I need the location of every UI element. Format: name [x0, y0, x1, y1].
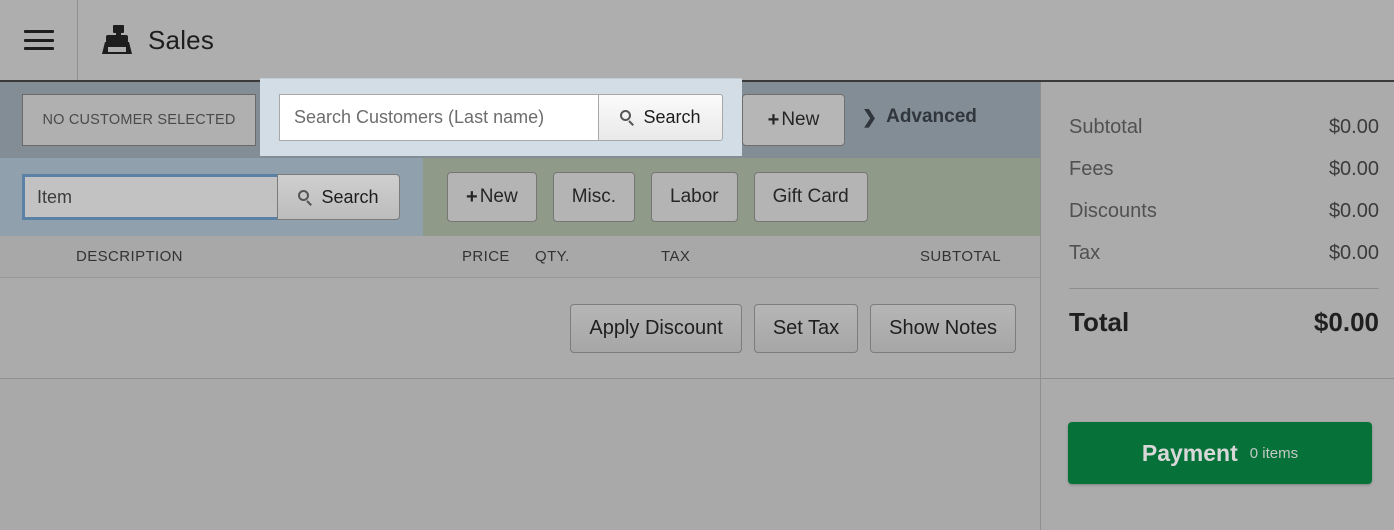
column-header-tax: TAX — [661, 248, 691, 265]
summary-row-fees: Fees $0.00 — [1069, 148, 1379, 190]
item-search-zone: Item Search — [0, 158, 423, 236]
summary-row-total: Total $0.00 — [1069, 299, 1379, 345]
item-actions-zone: + New Misc. Labor Gift Card — [423, 158, 1040, 236]
item-search-button-label: Search — [321, 186, 379, 207]
misc-item-button[interactable]: Misc. — [552, 172, 636, 222]
page-title-label: Sales — [148, 24, 215, 55]
item-search-group: Item Search — [22, 174, 400, 220]
chevron-right-icon: ❯ — [862, 106, 878, 127]
page-title: Sales — [78, 25, 214, 56]
column-header-price: PRICE — [462, 248, 510, 265]
search-icon — [620, 110, 635, 126]
plus-icon: + — [466, 185, 478, 208]
summary-row-discounts: Discounts $0.00 — [1069, 190, 1379, 232]
summary-value-fees: $0.00 — [1328, 157, 1379, 180]
customer-search-group: Search Customers (Last name) Search — [279, 94, 723, 141]
summary-label-discounts: Discounts — [1069, 199, 1157, 222]
labor-item-button-label: Labor — [670, 186, 719, 207]
menu-button[interactable] — [0, 0, 78, 80]
misc-item-button-label: Misc. — [571, 186, 617, 207]
summary-value-total: $0.00 — [1313, 306, 1379, 337]
gift-card-button[interactable]: Gift Card — [753, 172, 868, 222]
summary-value-tax: $0.00 — [1328, 241, 1379, 264]
item-search-input[interactable]: Item — [22, 174, 277, 220]
new-item-button[interactable]: + New — [447, 172, 537, 222]
line-items-empty-area — [0, 378, 1040, 530]
customer-search-input[interactable]: Search Customers (Last name) — [279, 94, 598, 141]
labor-item-button[interactable]: Labor — [651, 172, 738, 222]
gift-card-button-label: Gift Card — [772, 186, 849, 207]
totals-list: Subtotal $0.00 Fees $0.00 Discounts $0.0… — [1069, 106, 1379, 345]
pos-sales-screen: Sales NO CUSTOMER SELECTED Search Custom… — [0, 0, 1394, 530]
show-notes-button[interactable]: Show Notes — [870, 303, 1016, 353]
column-header-description: DESCRIPTION — [76, 248, 183, 265]
order-summary-panel: Subtotal $0.00 Fees $0.00 Discounts $0.0… — [1040, 82, 1394, 530]
summary-label-subtotal: Subtotal — [1069, 115, 1143, 138]
summary-label-total: Total — [1069, 306, 1130, 337]
set-tax-button[interactable]: Set Tax — [753, 303, 859, 353]
app-header: Sales — [0, 0, 1394, 82]
new-customer-button-label: New — [781, 109, 820, 130]
item-search-button[interactable]: Search — [277, 174, 400, 220]
advanced-label: Advanced — [886, 106, 977, 127]
column-header-subtotal: SUBTOTAL — [920, 248, 1001, 265]
line-items-table-header: DESCRIPTION PRICE QTY. TAX SUBTOTAL — [0, 236, 1040, 278]
item-bar: Item Search + New Misc. Labor Gift Card — [0, 158, 1040, 236]
order-actions-row: Apply Discount Set Tax Show Notes — [0, 278, 1040, 378]
customer-search-button-label: Search — [643, 107, 701, 127]
totals-divider — [1069, 288, 1379, 289]
no-customer-selected-button[interactable]: NO CUSTOMER SELECTED — [22, 94, 256, 146]
customer-search-panel: Search Customers (Last name) Search — [260, 78, 742, 156]
payment-button-label: Payment — [1141, 439, 1238, 466]
plus-icon: + — [767, 108, 780, 131]
column-header-qty: QTY. — [535, 248, 570, 265]
panel-divider — [1041, 378, 1394, 379]
customer-search-button[interactable]: Search — [598, 94, 723, 141]
apply-discount-button[interactable]: Apply Discount — [570, 303, 742, 353]
summary-row-subtotal: Subtotal $0.00 — [1069, 106, 1379, 148]
new-item-button-label: New — [479, 186, 518, 207]
search-icon — [298, 189, 313, 206]
new-customer-button[interactable]: + New — [742, 94, 845, 146]
cash-register-icon — [102, 25, 132, 55]
payment-item-count: 0 items — [1249, 444, 1299, 462]
summary-label-tax: Tax — [1069, 241, 1101, 264]
hamburger-icon — [23, 30, 54, 50]
summary-value-subtotal: $0.00 — [1328, 115, 1379, 138]
summary-value-discounts: $0.00 — [1328, 199, 1379, 222]
summary-row-tax: Tax $0.00 — [1069, 232, 1379, 274]
summary-label-fees: Fees — [1069, 157, 1114, 180]
payment-button[interactable]: Payment 0 items — [1068, 422, 1372, 484]
advanced-toggle[interactable]: ❯ Advanced — [862, 106, 977, 128]
